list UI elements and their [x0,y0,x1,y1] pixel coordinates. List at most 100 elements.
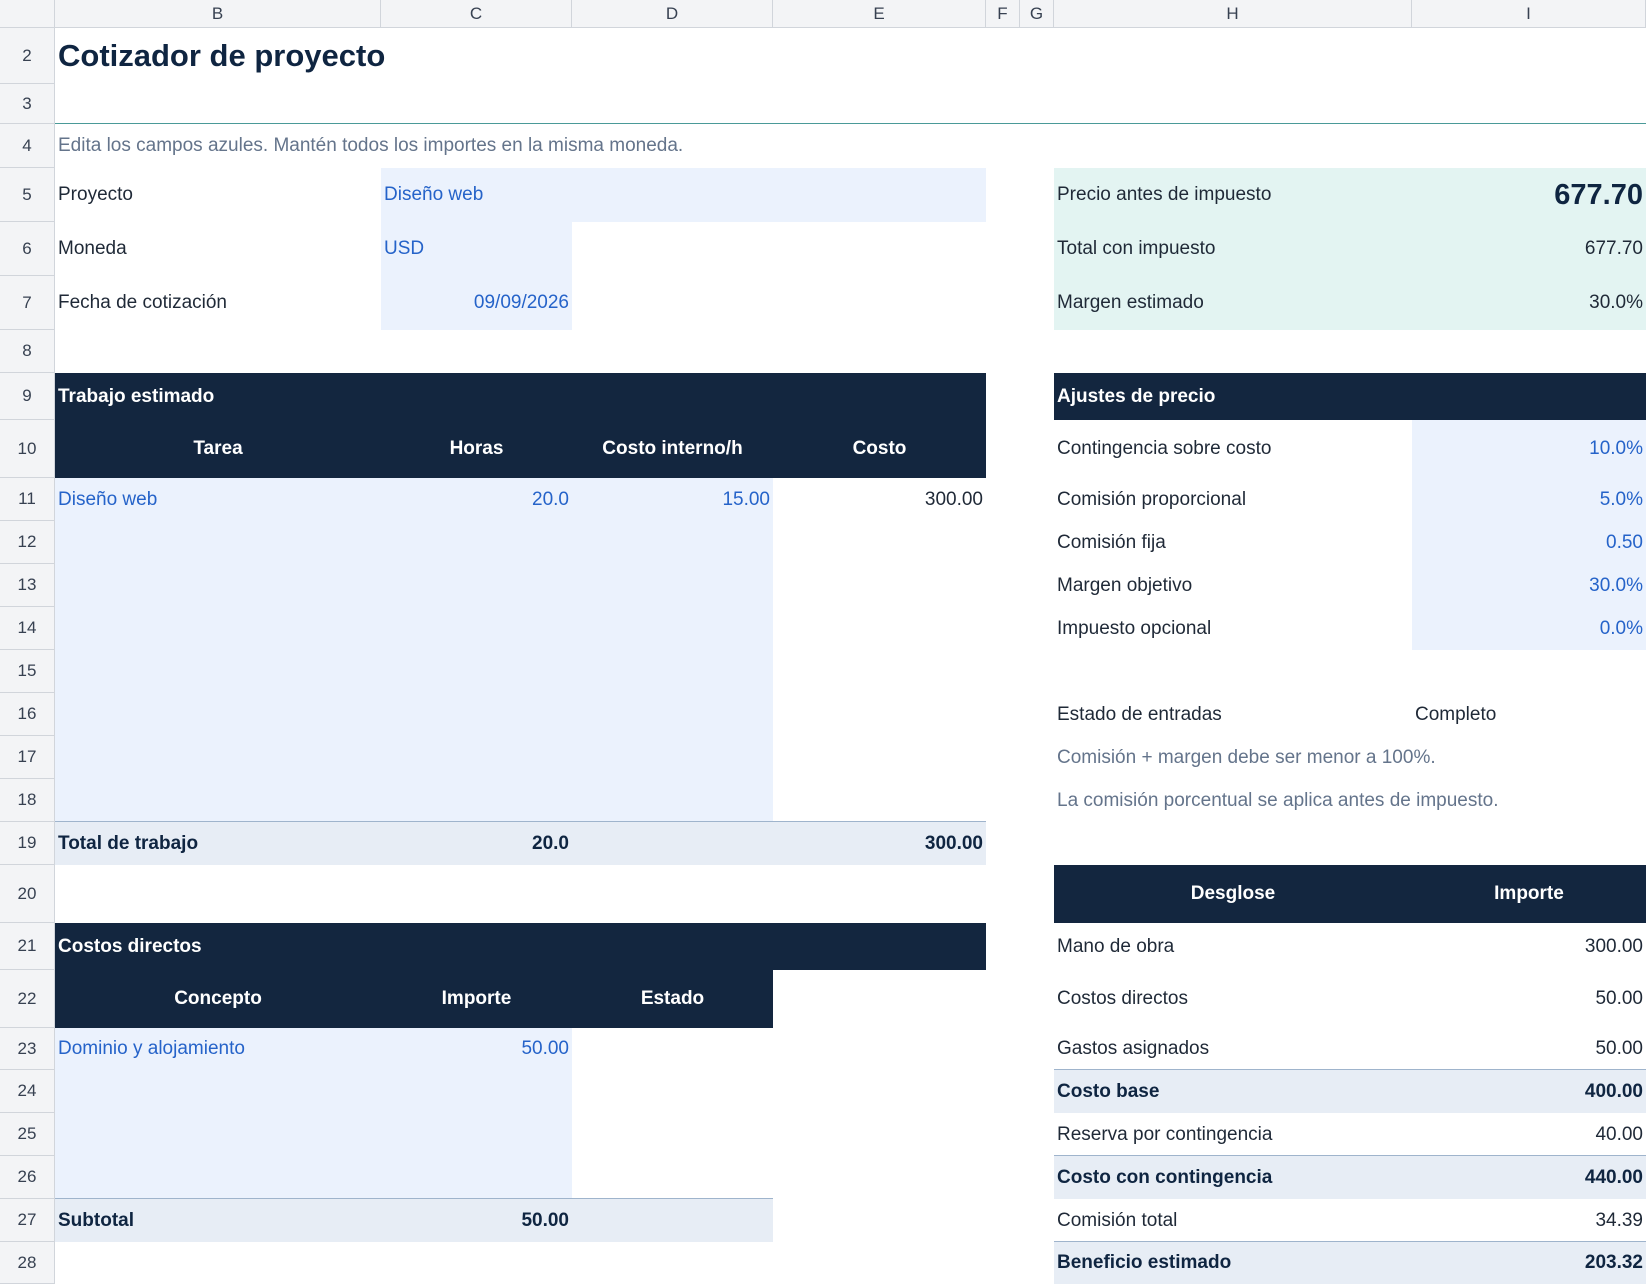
breakdown-labor-value[interactable]: 300.00 [1412,923,1646,970]
breakdown-labor-label[interactable]: Mano de obra [1054,923,1412,970]
breakdown-profit-value[interactable]: 203.32 [1412,1242,1646,1284]
direct-header-concept[interactable]: Concepto [55,970,381,1028]
work-total-hours[interactable]: 20.0 [381,822,572,865]
row-header-27[interactable]: 27 [0,1199,55,1242]
work-cost-value[interactable]: 300.00 [773,478,986,521]
total-with-tax-label[interactable]: Total con impuesto [1054,222,1412,276]
price-before-tax-value[interactable]: 677.70 [1412,168,1646,222]
total-with-tax-value[interactable]: 677.70 [1412,222,1646,276]
proportional-commission-label[interactable]: Comisión proporcional [1054,478,1412,521]
breakdown-contingency-label[interactable]: Reserva por contingencia [1054,1113,1412,1156]
column-header-h[interactable]: H [1054,0,1412,28]
input-status-label[interactable]: Estado de entradas [1054,693,1412,736]
breakdown-header-amount[interactable]: Importe [1412,865,1646,923]
direct-header-amount[interactable]: Importe [381,970,572,1028]
row-header-16[interactable]: 16 [0,693,55,736]
column-header-c[interactable]: C [381,0,572,28]
row-header-6[interactable]: 6 [0,222,55,276]
estimated-margin-label[interactable]: Margen estimado [1054,276,1412,330]
row-header-2[interactable]: 2 [0,28,55,84]
breakdown-direct-value[interactable]: 50.00 [1412,970,1646,1028]
optional-tax-input[interactable]: 0.0% [1412,607,1646,650]
breakdown-profit-label[interactable]: Beneficio estimado [1054,1242,1412,1284]
breakdown-with-contingency-label[interactable]: Costo con contingencia [1054,1156,1412,1199]
row-header-28[interactable]: 28 [0,1242,55,1284]
breakdown-overhead-label[interactable]: Gastos asignados [1054,1028,1412,1070]
fixed-commission-input[interactable]: 0.50 [1412,521,1646,564]
select-all-corner[interactable] [0,0,55,28]
work-header-cost[interactable]: Costo [773,420,986,478]
row-header-18[interactable]: 18 [0,779,55,822]
contingency-input[interactable]: 10.0% [1412,420,1646,478]
row-header-19[interactable]: 19 [0,822,55,865]
row-header-20[interactable]: 20 [0,865,55,923]
row-header-24[interactable]: 24 [0,1070,55,1113]
breakdown-commission-value[interactable]: 34.39 [1412,1199,1646,1242]
breakdown-base-label[interactable]: Costo base [1054,1070,1412,1113]
breakdown-commission-label[interactable]: Comisión total [1054,1199,1412,1242]
direct-concept-input[interactable]: Dominio y alojamiento [55,1028,381,1070]
breakdown-contingency-value[interactable]: 40.00 [1412,1113,1646,1156]
currency-input[interactable]: USD [381,222,572,276]
fixed-commission-label[interactable]: Comisión fija [1054,521,1412,564]
row-header-13[interactable]: 13 [0,564,55,607]
sheet-title[interactable]: Cotizador de proyecto [55,28,655,84]
column-header-b[interactable]: B [55,0,381,28]
date-label[interactable]: Fecha de cotización [55,276,381,330]
work-header-rate[interactable]: Costo interno/h [572,420,773,478]
optional-tax-label[interactable]: Impuesto opcional [1054,607,1412,650]
direct-header-status[interactable]: Estado [572,970,773,1028]
row-header-7[interactable]: 7 [0,276,55,330]
row-header-11[interactable]: 11 [0,478,55,521]
work-rate-input[interactable]: 15.00 [572,478,773,521]
project-label[interactable]: Proyecto [55,168,381,222]
work-section-title[interactable]: Trabajo estimado [55,373,655,420]
breakdown-direct-label[interactable]: Costos directos [1054,970,1412,1028]
target-margin-input[interactable]: 30.0% [1412,564,1646,607]
row-header-8[interactable]: 8 [0,330,55,373]
work-header-task[interactable]: Tarea [55,420,381,478]
row-header-23[interactable]: 23 [0,1028,55,1070]
input-status-value[interactable]: Completo [1412,693,1646,736]
direct-subtotal-label[interactable]: Subtotal [55,1199,381,1242]
contingency-label[interactable]: Contingencia sobre costo [1054,420,1412,478]
row-header-5[interactable]: 5 [0,168,55,222]
row-header-12[interactable]: 12 [0,521,55,564]
row-header-10[interactable]: 10 [0,420,55,478]
row-header-4[interactable]: 4 [0,124,55,168]
row-header-15[interactable]: 15 [0,650,55,693]
direct-status-value[interactable] [572,1028,773,1070]
direct-subtotal-value[interactable]: 50.00 [381,1199,572,1242]
price-before-tax-label[interactable]: Precio antes de impuesto [1054,168,1412,222]
work-header-hours[interactable]: Horas [381,420,572,478]
column-header-e[interactable]: E [773,0,986,28]
adjustments-section-title[interactable]: Ajustes de precio [1054,373,1646,420]
breakdown-overhead-value[interactable]: 50.00 [1412,1028,1646,1070]
work-task-input[interactable]: Diseño web [55,478,381,521]
row-header-17[interactable]: 17 [0,736,55,779]
direct-amount-input[interactable]: 50.00 [381,1028,572,1070]
estimated-margin-value[interactable]: 30.0% [1412,276,1646,330]
breakdown-with-contingency-value[interactable]: 440.00 [1412,1156,1646,1199]
breakdown-base-value[interactable]: 400.00 [1412,1070,1646,1113]
row-header-22[interactable]: 22 [0,970,55,1028]
instructions-text[interactable]: Edita los campos azules. Mantén todos lo… [55,124,955,168]
work-total-cost[interactable]: 300.00 [773,822,986,865]
direct-section-title[interactable]: Costos directos [55,923,655,970]
validation-note-2[interactable]: La comisión porcentual se aplica antes d… [1054,779,1646,822]
work-total-label[interactable]: Total de trabajo [55,822,381,865]
row-header-14[interactable]: 14 [0,607,55,650]
project-name-input[interactable]: Diseño web [381,168,986,222]
proportional-commission-input[interactable]: 5.0% [1412,478,1646,521]
row-header-26[interactable]: 26 [0,1156,55,1199]
breakdown-header-label[interactable]: Desglose [1054,865,1412,923]
row-header-25[interactable]: 25 [0,1113,55,1156]
date-input[interactable]: 09/09/2026 [381,276,572,330]
column-header-g[interactable]: G [1020,0,1054,28]
work-hours-input[interactable]: 20.0 [381,478,572,521]
row-header-9[interactable]: 9 [0,373,55,420]
column-header-f[interactable]: F [986,0,1020,28]
row-header-3[interactable]: 3 [0,84,55,124]
target-margin-label[interactable]: Margen objetivo [1054,564,1412,607]
column-header-i[interactable]: I [1412,0,1646,28]
